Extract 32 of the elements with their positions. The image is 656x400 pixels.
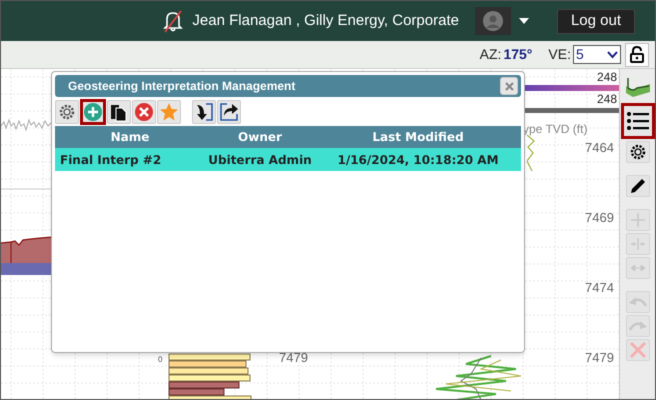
vertical-exaggeration-select[interactable]: 5 (573, 45, 621, 64)
close-icon[interactable] (504, 82, 514, 90)
column-header[interactable]: Name (55, 126, 205, 148)
table-cell: Ubiterra Admin (205, 148, 315, 171)
depth-label: 7464 (585, 139, 614, 157)
vertical-exaggeration-label: VE: (548, 45, 571, 64)
user-name: Jean Flanagan , Gilly Energy, Corporate (192, 10, 459, 31)
avatar-button[interactable] (474, 7, 511, 35)
column-header[interactable]: Last Modified (315, 126, 521, 148)
caret-icon[interactable] (518, 18, 529, 24)
table-row[interactable]: Final Interp #2 Ubiterra Admin 1/16/2024, 10:18:20 AM (55, 148, 521, 171)
scale-value: 248 (597, 92, 618, 106)
depth-label: 7479 (279, 349, 308, 367)
list-button[interactable] (620, 103, 654, 139)
lock-button[interactable] (625, 42, 649, 66)
dialog-title: Geosteering Interpretation Management (68, 78, 296, 95)
depth-label: 7474 (585, 279, 614, 297)
logout-button[interactable]: Log out (556, 8, 635, 34)
column-header[interactable]: Owner (205, 126, 315, 148)
track-zero-label: 0 (158, 355, 162, 364)
table-cell: 1/16/2024, 10:18:20 AM (315, 148, 521, 171)
scale-value: 248 (597, 70, 618, 84)
muted-bell-icon[interactable] (162, 9, 184, 33)
depth-label: 7469 (585, 209, 614, 227)
azimuth-label: AZ: (480, 45, 502, 64)
azimuth-value: 175° (503, 45, 532, 64)
depth-label: 7479 (585, 349, 614, 367)
log-fill-drawing (1, 235, 53, 277)
close-button[interactable] (500, 77, 518, 95)
table-cell: Final Interp #2 (55, 148, 205, 171)
list-icon[interactable] (626, 112, 648, 130)
chevron-down-icon[interactable] (607, 50, 618, 58)
